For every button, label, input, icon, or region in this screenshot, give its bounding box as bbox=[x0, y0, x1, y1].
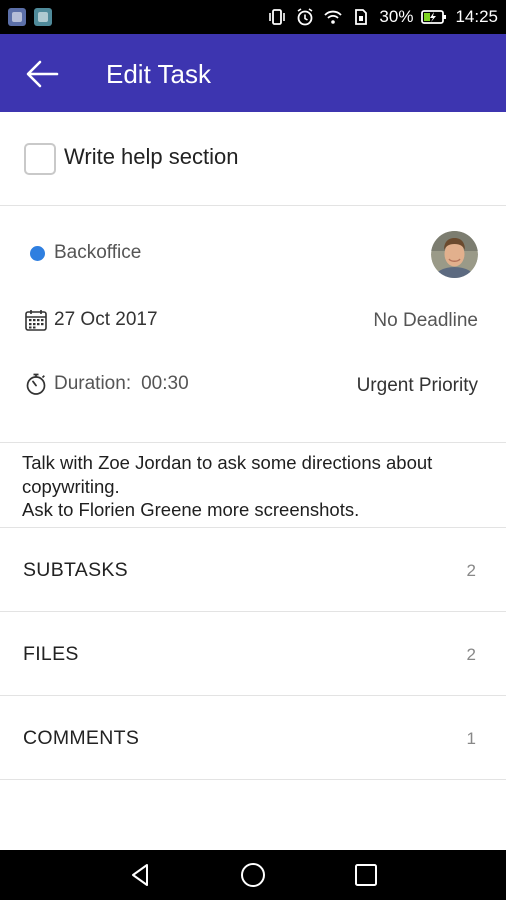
note-line: Ask to Florien Greene more screenshots. bbox=[22, 499, 360, 520]
date-label: 27 Oct 2017 bbox=[54, 309, 158, 330]
status-bar: 30% 14:25 bbox=[0, 0, 506, 34]
section-label: SUBTASKS bbox=[23, 559, 128, 581]
note-line: Talk with Zoe Jordan to ask some directi… bbox=[22, 452, 433, 473]
duration-label: Duration: bbox=[54, 373, 132, 394]
status-indicators: 30% 14:25 bbox=[267, 0, 498, 34]
deadline-label[interactable]: No Deadline bbox=[373, 310, 478, 332]
project-label: Backoffice bbox=[54, 242, 142, 263]
app-notification-icon bbox=[8, 8, 26, 26]
vibrate-icon bbox=[267, 7, 287, 27]
stopwatch-icon bbox=[24, 372, 48, 396]
notification-icons bbox=[8, 8, 52, 26]
project-selector[interactable]: Backoffice bbox=[30, 242, 141, 264]
square-recents-icon bbox=[355, 864, 377, 886]
clock: 14:25 bbox=[455, 7, 498, 26]
nav-home-button[interactable] bbox=[238, 860, 268, 890]
duration-value: 00:30 bbox=[141, 373, 189, 394]
section-label: FILES bbox=[23, 643, 79, 665]
task-details: Backoffice 27 Oct 2017 No Deadline Durat… bbox=[0, 206, 506, 443]
task-complete-checkbox[interactable] bbox=[24, 143, 56, 175]
calendar-icon bbox=[24, 308, 48, 332]
navigation-bar bbox=[0, 850, 506, 900]
circle-home-icon bbox=[241, 863, 265, 887]
image-notification-icon bbox=[34, 8, 52, 26]
back-button[interactable] bbox=[22, 54, 62, 94]
files-section[interactable]: FILES 2 bbox=[0, 612, 506, 696]
battery-charging-icon bbox=[421, 7, 447, 27]
section-count: 1 bbox=[466, 729, 476, 748]
start-date[interactable]: 27 Oct 2017 bbox=[24, 308, 158, 332]
alarm-icon bbox=[295, 7, 315, 27]
section-count: 2 bbox=[466, 561, 476, 580]
task-notes[interactable]: Talk with Zoe Jordan to ask some directi… bbox=[0, 443, 506, 528]
project-color-dot bbox=[30, 245, 45, 261]
triangle-back-icon bbox=[132, 864, 148, 886]
comments-section[interactable]: COMMENTS 1 bbox=[0, 696, 506, 780]
duration[interactable]: Duration: 00:30 bbox=[24, 372, 189, 396]
battery-percent: 30% bbox=[379, 7, 414, 26]
priority-label[interactable]: Urgent Priority bbox=[357, 375, 478, 397]
nav-recents-button[interactable] bbox=[351, 860, 381, 890]
nav-back-button[interactable] bbox=[126, 860, 156, 890]
note-line: copywriting. bbox=[22, 475, 120, 497]
section-label: COMMENTS bbox=[23, 727, 140, 749]
subtasks-section[interactable]: SUBTASKS 2 bbox=[0, 528, 506, 612]
section-count: 2 bbox=[466, 645, 476, 664]
back-arrow-icon bbox=[26, 60, 59, 88]
task-title-row: Write help section bbox=[0, 112, 506, 206]
page-title: Edit Task bbox=[106, 59, 212, 89]
app-bar: Edit Task bbox=[0, 34, 506, 112]
wifi-icon bbox=[323, 7, 343, 27]
sim-icon bbox=[351, 7, 371, 27]
task-title[interactable]: Write help section bbox=[64, 142, 238, 172]
assignee-avatar[interactable] bbox=[431, 231, 478, 278]
